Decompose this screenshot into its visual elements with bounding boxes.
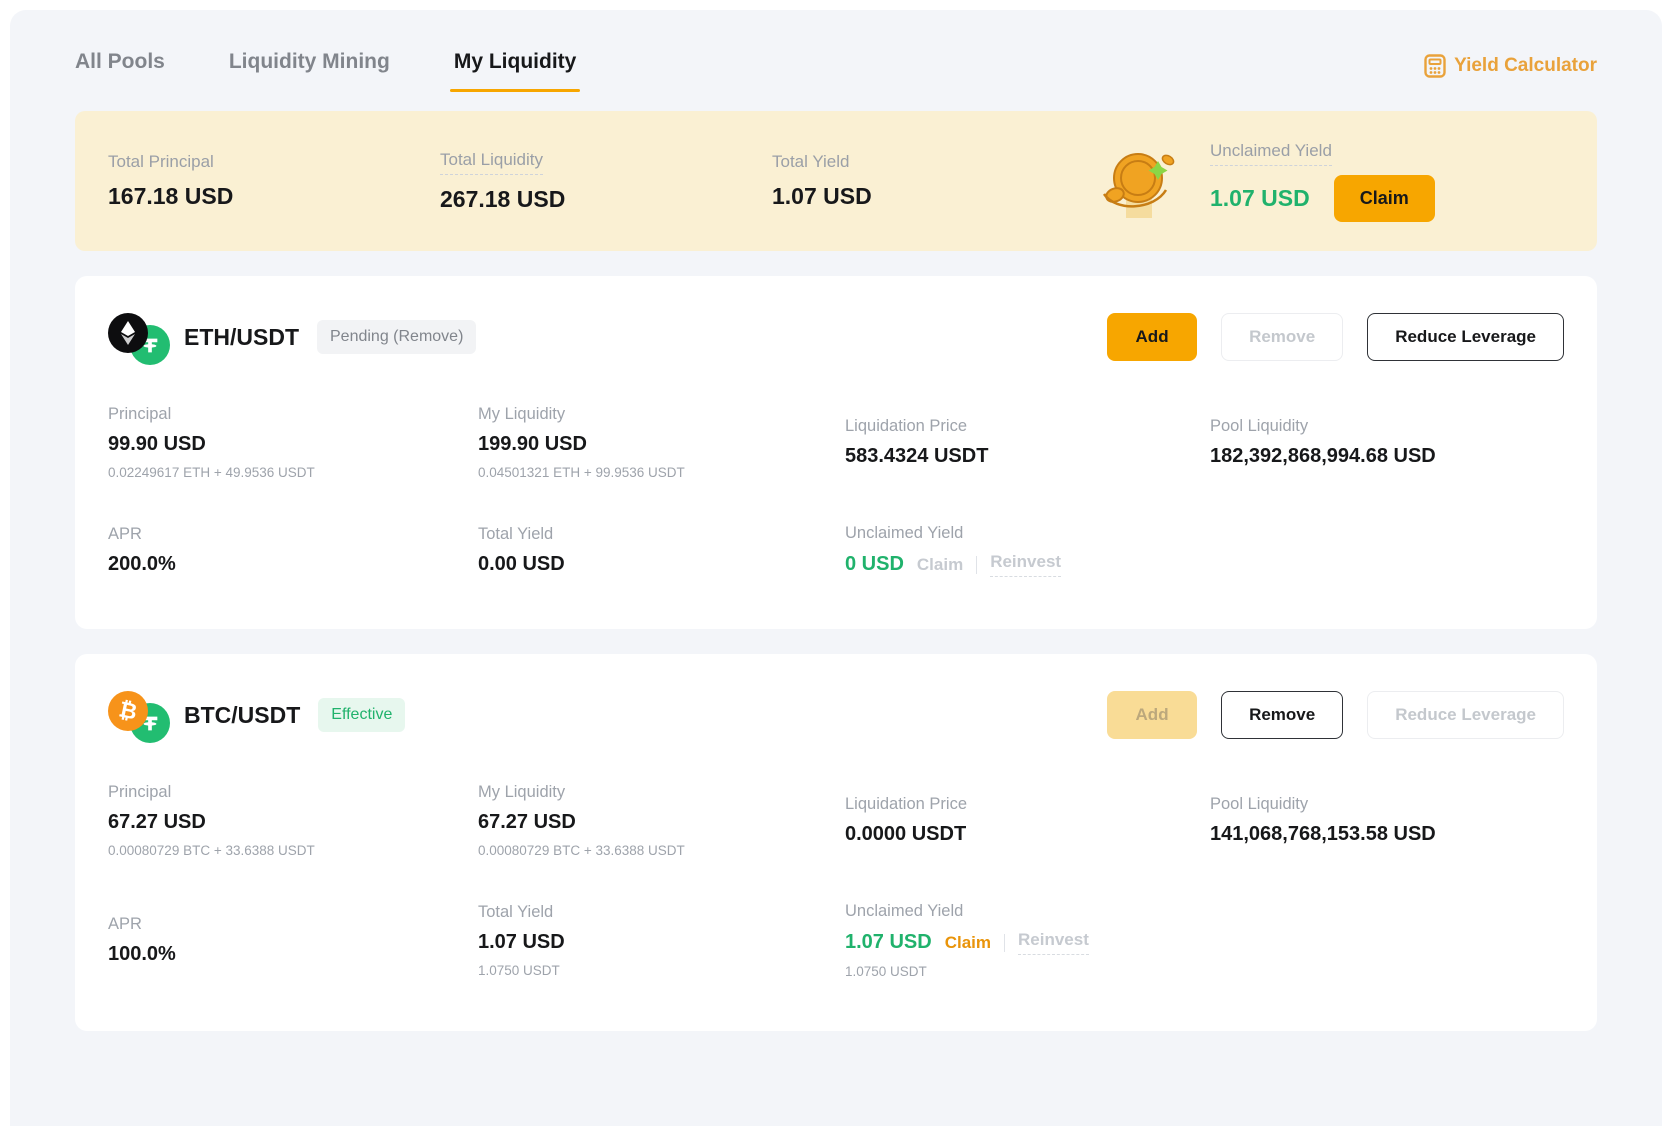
- my-liquidity-detail: 0.00080729 BTC + 33.6388 USDT: [478, 843, 845, 858]
- principal-value: 67.27 USD: [108, 811, 478, 834]
- apr-stat: APR 200.0%: [108, 525, 478, 576]
- yield-calculator-label: Yield Calculator: [1454, 55, 1597, 77]
- btc-coin-icon: ₿: [108, 691, 148, 731]
- unclaimed-yield: Unclaimed Yield 1.07 USD Claim: [1210, 141, 1435, 222]
- divider: [976, 556, 977, 574]
- unclaimed-yield-value: 1.07 USD: [1210, 185, 1310, 212]
- principal-label: Principal: [108, 405, 171, 423]
- unclaimed-yield-value: 1.07 USD: [845, 931, 932, 954]
- total-yield-stat: Total Yield 1.07 USD 1.0750 USDT: [478, 903, 845, 978]
- reduce-leverage-button[interactable]: Reduce Leverage: [1367, 313, 1564, 361]
- yield-calculator-link[interactable]: Yield Calculator: [1424, 54, 1597, 78]
- pool-liquidity-value: 182,392,868,994.68 USD: [1210, 445, 1564, 468]
- pool-card-btc-usdt: ₿ BTC/USDT Effective Add Remove Reduce L…: [75, 654, 1597, 1031]
- total-yield-label: Total Yield: [478, 525, 553, 543]
- unclaimed-yield-label: Unclaimed Yield: [845, 902, 963, 920]
- my-liquidity-label: My Liquidity: [478, 783, 565, 801]
- my-liquidity-label: My Liquidity: [478, 405, 565, 423]
- unclaimed-yield-value: 0 USD: [845, 553, 904, 576]
- reduce-leverage-button[interactable]: Reduce Leverage: [1367, 691, 1564, 739]
- claim-button[interactable]: Claim: [1334, 175, 1435, 222]
- total-principal-label: Total Principal: [108, 152, 214, 172]
- pair-name: ETH/USDT: [184, 324, 299, 351]
- pair-btc-usdt: ₿ BTC/USDT Effective: [108, 689, 405, 741]
- coin-orbit-icon: [1096, 138, 1182, 224]
- my-liquidity-value: 199.90 USD: [478, 433, 845, 456]
- my-liquidity-value: 67.27 USD: [478, 811, 845, 834]
- add-button[interactable]: Add: [1107, 691, 1197, 739]
- principal-label: Principal: [108, 783, 171, 801]
- total-yield-value: 0.00 USD: [478, 553, 845, 576]
- status-badge: Pending (Remove): [317, 320, 476, 354]
- liquidation-price-value: 583.4324 USDT: [845, 445, 1210, 468]
- liquidation-price-stat: Liquidation Price 0.0000 USDT: [845, 795, 1210, 846]
- liquidity-page: All Pools Liquidity Mining My Liquidity …: [10, 10, 1662, 1126]
- apr-value: 100.0%: [108, 943, 478, 966]
- total-liquidity: Total Liquidity 267.18 USD: [440, 150, 772, 213]
- unclaimed-yield-label: Unclaimed Yield: [845, 524, 963, 542]
- principal-value: 99.90 USD: [108, 433, 478, 456]
- apr-label: APR: [108, 525, 142, 543]
- unclaimed-yield-section: Unclaimed Yield 1.07 USD Claim: [1096, 138, 1435, 224]
- tab-liquidity-mining[interactable]: Liquidity Mining: [229, 50, 390, 92]
- pool-liquidity-label: Pool Liquidity: [1210, 417, 1308, 435]
- unclaimed-yield-detail: 1.0750 USDT: [845, 964, 1210, 979]
- eth-coin-icon: [108, 313, 148, 353]
- liquidation-price-label: Liquidation Price: [845, 795, 967, 813]
- pool-liquidity-value: 141,068,768,153.58 USD: [1210, 823, 1564, 846]
- tab-my-liquidity[interactable]: My Liquidity: [454, 50, 577, 92]
- divider: [1004, 934, 1005, 952]
- unclaimed-yield-label[interactable]: Unclaimed Yield: [1210, 141, 1332, 166]
- add-button[interactable]: Add: [1107, 313, 1197, 361]
- reinvest-link[interactable]: Reinvest: [1018, 930, 1089, 955]
- total-principal-value: 167.18 USD: [108, 183, 440, 210]
- unclaimed-yield-stat: Unclaimed Yield 0 USD Claim Reinvest: [845, 524, 1210, 577]
- total-principal: Total Principal 167.18 USD: [108, 152, 440, 210]
- remove-button[interactable]: Remove: [1221, 691, 1343, 739]
- unclaimed-yield-stat: Unclaimed Yield 1.07 USD Claim Reinvest …: [845, 902, 1210, 979]
- total-yield-value: 1.07 USD: [478, 931, 845, 954]
- tab-bar: All Pools Liquidity Mining My Liquidity: [75, 50, 576, 92]
- remove-button[interactable]: Remove: [1221, 313, 1343, 361]
- pair-name: BTC/USDT: [184, 702, 300, 729]
- total-liquidity-value: 267.18 USD: [440, 186, 772, 213]
- pool-card-eth-usdt: ETH/USDT Pending (Remove) Add Remove Red…: [75, 276, 1597, 629]
- principal-detail: 0.00080729 BTC + 33.6388 USDT: [108, 843, 478, 858]
- principal-stat: Principal 67.27 USD 0.00080729 BTC + 33.…: [108, 783, 478, 858]
- liquidation-price-value: 0.0000 USDT: [845, 823, 1210, 846]
- summary-banner: Total Principal 167.18 USD Total Liquidi…: [75, 111, 1597, 251]
- my-liquidity-detail: 0.04501321 ETH + 99.9536 USDT: [478, 465, 845, 480]
- principal-stat: Principal 99.90 USD 0.02249617 ETH + 49.…: [108, 405, 478, 480]
- my-liquidity-stat: My Liquidity 67.27 USD 0.00080729 BTC + …: [478, 783, 845, 858]
- tab-all-pools[interactable]: All Pools: [75, 50, 165, 92]
- pair-eth-usdt: ETH/USDT Pending (Remove): [108, 311, 476, 363]
- principal-detail: 0.02249617 ETH + 49.9536 USDT: [108, 465, 478, 480]
- total-yield-detail: 1.0750 USDT: [478, 963, 845, 978]
- total-yield-stat: Total Yield 0.00 USD: [478, 525, 845, 576]
- claim-link[interactable]: Claim: [917, 555, 963, 575]
- calculator-icon: [1424, 54, 1446, 78]
- liquidation-price-label: Liquidation Price: [845, 417, 967, 435]
- pool-liquidity-stat: Pool Liquidity 182,392,868,994.68 USD: [1210, 417, 1564, 468]
- my-liquidity-stat: My Liquidity 199.90 USD 0.04501321 ETH +…: [478, 405, 845, 480]
- status-badge: Effective: [318, 698, 405, 732]
- apr-label: APR: [108, 915, 142, 933]
- apr-stat: APR 100.0%: [108, 915, 478, 966]
- pool-liquidity-stat: Pool Liquidity 141,068,768,153.58 USD: [1210, 795, 1564, 846]
- liquidation-price-stat: Liquidation Price 583.4324 USDT: [845, 417, 1210, 468]
- total-yield: Total Yield 1.07 USD: [772, 152, 1104, 210]
- total-yield-value: 1.07 USD: [772, 183, 1104, 210]
- total-yield-label: Total Yield: [772, 152, 850, 172]
- claim-link[interactable]: Claim: [945, 933, 991, 953]
- tabs-row: All Pools Liquidity Mining My Liquidity …: [75, 10, 1597, 92]
- pool-liquidity-label: Pool Liquidity: [1210, 795, 1308, 813]
- apr-value: 200.0%: [108, 553, 478, 576]
- total-yield-label: Total Yield: [478, 903, 553, 921]
- reinvest-link[interactable]: Reinvest: [990, 552, 1061, 577]
- total-liquidity-label[interactable]: Total Liquidity: [440, 150, 543, 175]
